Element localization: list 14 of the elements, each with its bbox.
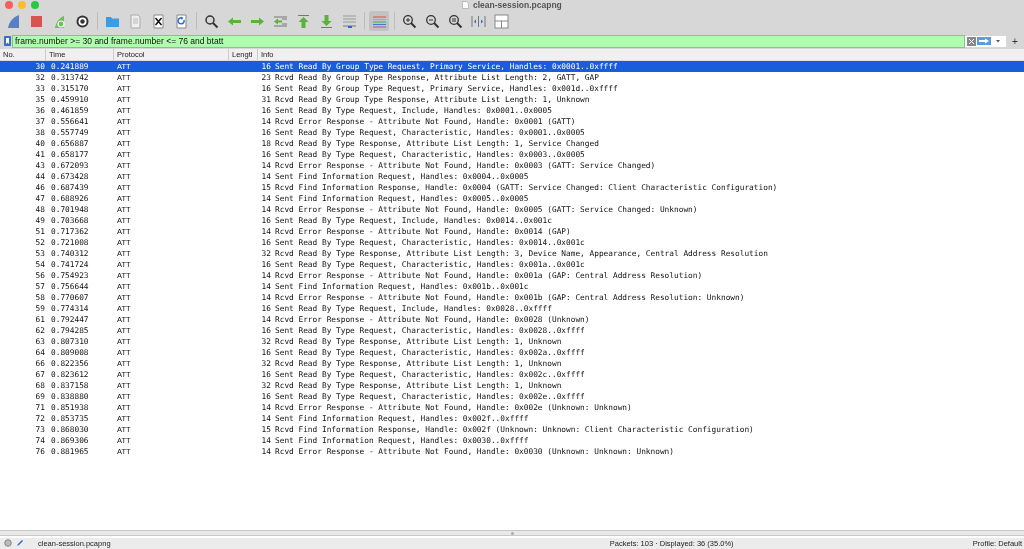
apply-arrow-icon[interactable] (977, 37, 991, 45)
layout-icon[interactable] (491, 11, 511, 31)
zoom-button[interactable] (31, 1, 39, 9)
clear-icon[interactable] (967, 36, 976, 46)
close-button[interactable] (5, 1, 13, 9)
splitter-handle-icon[interactable] (510, 531, 514, 535)
window-title: clean-session.pcapng (473, 0, 562, 10)
filter-field[interactable]: frame.number >= 30 and frame.number <= 76 and btatt (12, 34, 965, 48)
bookmark-icon[interactable] (4, 36, 11, 46)
edit-icon[interactable] (16, 539, 24, 547)
document-icon (462, 1, 469, 9)
add-filter-button[interactable]: + (1006, 35, 1024, 47)
status-circle-icon[interactable] (4, 539, 12, 547)
colorize-icon[interactable] (369, 11, 389, 31)
